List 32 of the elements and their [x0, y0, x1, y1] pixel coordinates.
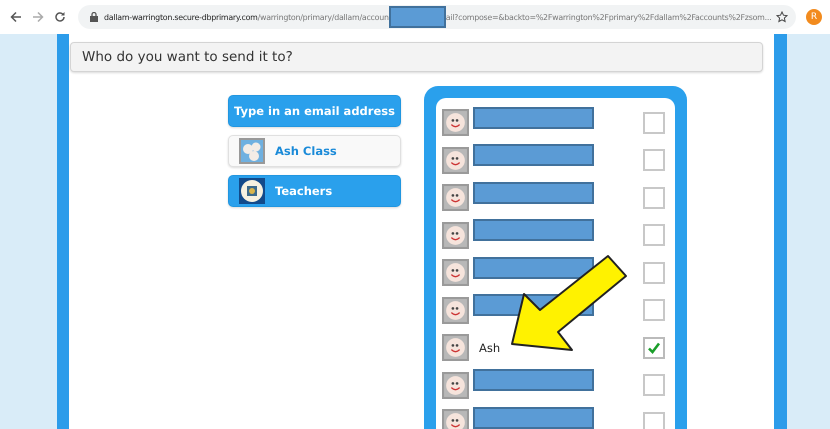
smiley-avatar-icon — [442, 109, 469, 136]
checkbox[interactable] — [643, 412, 665, 429]
recipient-group-button[interactable]: Type in an email address — [228, 95, 401, 127]
smiley-avatar-icon — [442, 372, 469, 399]
recipient-name: Ash — [478, 340, 502, 355]
faces-icon — [239, 138, 265, 164]
lock-icon — [90, 12, 98, 22]
prompt-bar: Who do you want to send it to? — [70, 42, 763, 72]
checkbox[interactable] — [643, 224, 665, 246]
redaction-box — [388, 6, 446, 28]
check-icon — [647, 340, 661, 355]
back-icon[interactable] — [10, 11, 22, 23]
profile-avatar[interactable]: R — [806, 9, 822, 25]
smiley-avatar-icon — [442, 296, 469, 324]
checkbox[interactable] — [643, 374, 665, 396]
checkbox[interactable] — [643, 336, 665, 359]
checkbox[interactable] — [643, 149, 665, 172]
smiley-avatar-icon — [442, 222, 469, 249]
smiley-avatar-icon — [442, 184, 469, 212]
smiley-avatar-icon — [442, 409, 469, 429]
school-badge-icon — [239, 178, 265, 204]
smiley-avatar-icon — [442, 146, 469, 174]
reload-icon[interactable] — [54, 11, 66, 23]
smiley-avatar-icon — [442, 334, 469, 362]
smiley-avatar-icon — [442, 259, 469, 286]
recipient-group-button[interactable]: Ash Class — [228, 135, 401, 167]
checkbox[interactable] — [643, 112, 665, 134]
recipient-group-button[interactable]: Teachers — [228, 175, 401, 207]
forward-icon[interactable] — [32, 11, 44, 23]
checkbox[interactable] — [643, 299, 665, 322]
checkbox[interactable] — [643, 186, 665, 209]
checkbox[interactable] — [643, 262, 665, 284]
